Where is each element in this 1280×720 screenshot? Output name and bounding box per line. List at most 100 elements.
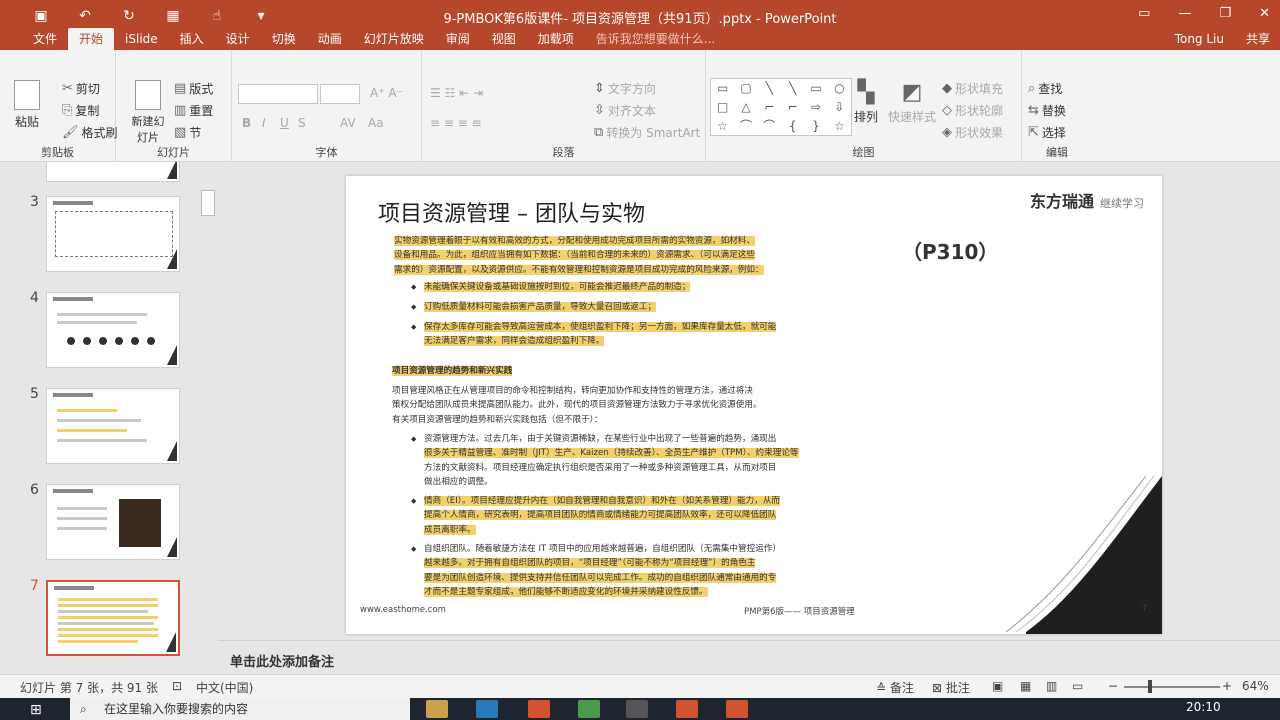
smartart-button[interactable]: ⧉ 转换为 SmartArt (594, 124, 700, 141)
quick-styles-button[interactable]: ◩ 快速样式 (888, 80, 936, 125)
list-item[interactable]: 保存太多库存可能会导致高运营成本，使组织盈利下降；另一方面，如果库存量太低，就可… (411, 320, 777, 349)
align-buttons[interactable]: ≡ ≡ ≡ ≡ (430, 116, 482, 130)
find-button[interactable]: ⌕ 查找 (1028, 80, 1062, 97)
page-reference[interactable]: （P310） (902, 236, 998, 265)
slide-thumbnail-5[interactable] (46, 388, 180, 464)
tab-design[interactable]: 设计 (215, 28, 261, 50)
italic-button[interactable]: I (262, 116, 266, 130)
select-button[interactable]: ⇱ 选择 (1028, 124, 1066, 141)
slide-editor: 项目资源管理 – 团队与实物 东方瑞通 继续学习 （P310） 实物资源管理着眼于… (218, 162, 1280, 674)
tab-transitions[interactable]: 切换 (261, 28, 307, 50)
chat-app-icon[interactable] (578, 700, 600, 718)
slide-thumbnail-4[interactable] (46, 292, 180, 368)
format-painter-button[interactable]: 🖌 格式刷 (62, 124, 118, 141)
tab-review[interactable]: 审阅 (435, 28, 481, 50)
layout-button[interactable]: ▤ 版式 (174, 80, 213, 97)
cut-button[interactable]: ✂ 剪切 (62, 80, 100, 97)
trends-paragraph[interactable]: 项目管理风格正在从管理项目的命令和控制结构，转向更加协作和支持性的管理方法，通过… (392, 384, 762, 427)
copy-button[interactable]: ⎘ 复制 (62, 102, 99, 119)
shape-effects-button[interactable]: ◈ 形状效果 (942, 124, 1003, 141)
scrollbar-thumb[interactable] (201, 190, 215, 216)
slide-thumbnail-7[interactable] (46, 580, 180, 656)
shapes-gallery[interactable]: ▭ ▢ ╲ ╲ ▭ ○ □ △ ⌐ ⌐ ⇨ ⇩ ☆ ⌒ ⌒{} ☆ (710, 78, 852, 136)
user-name[interactable]: Tong Liu (1175, 28, 1224, 50)
slide-title[interactable]: 项目资源管理 – 团队与实物 (378, 196, 645, 228)
font-name-box[interactable] (238, 84, 318, 104)
text-direction-button[interactable]: ⇕ 文字方向 (594, 80, 656, 97)
editing-group: ⌕ 查找 ⇆ 替换 ⇱ 选择 编辑 (1022, 50, 1092, 162)
close-icon[interactable]: ✕ (1259, 6, 1270, 21)
tab-animations[interactable]: 动画 (307, 28, 353, 50)
tab-islide[interactable]: iSlide (114, 28, 169, 50)
tab-slideshow[interactable]: 幻灯片放映 (353, 28, 435, 50)
list-item[interactable]: 未能确保关键设备或基础设施按时到位，可能会推迟最终产品的制造； (411, 280, 691, 295)
char-spacing-button[interactable]: AV (340, 116, 356, 130)
language-indicator[interactable]: 中文(中国) (196, 679, 253, 696)
text-line: 策权分配给团队成员来提高团队能力。此外，现代的项目资源管理方法致力于寻求优化资源… (392, 400, 762, 411)
taskbar-search-input[interactable]: ⌕ 在这里输入你要搜索的内容 (70, 698, 410, 720)
list-item[interactable]: 自组织团队。随着敏捷方法在 IT 项目中的应用越来越普遍，自组织团队（无需集中管… (411, 542, 781, 600)
shadow-button[interactable]: S (298, 116, 306, 130)
list-item[interactable]: 资源管理方法。过去几年，由于关键资源稀缺，在某些行业中出现了一些普遍的趋势，涌现… (411, 432, 799, 490)
underline-button[interactable]: U (280, 116, 289, 130)
shape-outline-button[interactable]: ◇ 形状轮廓 (942, 102, 1003, 119)
bold-button[interactable]: B (242, 116, 251, 130)
new-slide-button[interactable]: 新建幻灯片 (128, 80, 168, 145)
tab-home[interactable]: 开始 (68, 28, 115, 50)
text-line: 做出相应的调整。 (424, 477, 493, 488)
zoom-in-icon[interactable]: + (1222, 679, 1232, 693)
slide-thumbnail-6[interactable] (46, 484, 180, 560)
arrange-button[interactable]: ▚ 排列 (854, 80, 878, 125)
slide-thumbnail-3[interactable] (46, 196, 180, 272)
list-item[interactable]: 情商（EI）。项目经理应提升内在（如自我管理和自我意识）和外在（如关系管理）能力… (411, 494, 781, 537)
app-icon[interactable] (626, 700, 648, 718)
edge-browser-icon[interactable] (476, 700, 498, 718)
restore-icon[interactable]: ❐ (1219, 6, 1231, 21)
powerpoint-icon[interactable] (676, 700, 698, 718)
tell-me-search[interactable]: 告诉我您想要做什么... (585, 28, 726, 50)
app-icon[interactable] (528, 700, 550, 718)
intro-paragraph[interactable]: 实物资源管理着眼于以有效和高效的方式，分配和使用成功完成项目所需的实物资源，如材… (394, 234, 764, 277)
minimize-icon[interactable]: — (1178, 6, 1191, 21)
font-size-box[interactable] (320, 84, 360, 104)
tab-insert[interactable]: 插入 (169, 28, 215, 50)
tab-addins[interactable]: 加载项 (527, 28, 585, 50)
slide-canvas[interactable]: 项目资源管理 – 团队与实物 东方瑞通 继续学习 （P310） 实物资源管理着眼于… (346, 176, 1162, 634)
reset-button[interactable]: ▥ 重置 (174, 102, 213, 119)
tab-file[interactable]: 文件 (22, 28, 68, 50)
share-button[interactable]: 共享 (1246, 28, 1270, 50)
normal-view-icon[interactable]: ▣ (992, 679, 1003, 693)
windows-start-icon[interactable]: ⊞ (30, 702, 42, 718)
notes-toggle[interactable]: ≙ 备注 (876, 679, 914, 696)
ribbon-display-icon[interactable]: ▭ (1138, 6, 1150, 21)
tab-view[interactable]: 视图 (481, 28, 527, 50)
zoom-slider-thumb[interactable] (1148, 680, 1152, 693)
list-item[interactable]: 订购低质量材料可能会损害产品质量，导致大量召回或返工； (411, 300, 657, 315)
taskbar-clock[interactable]: 20:10 (1186, 700, 1221, 714)
notes-pane[interactable]: 单击此处添加备注 (218, 640, 1280, 674)
comments-toggle[interactable]: ⊠ 批注 (932, 679, 970, 696)
list-buttons[interactable]: ☰ ☷ ⇤ ⇥ (430, 86, 483, 100)
thumb-title (53, 489, 93, 493)
spellcheck-icon[interactable]: ⊡ (172, 679, 182, 693)
replace-button[interactable]: ⇆ 替换 (1028, 102, 1066, 119)
section-heading[interactable]: 项目资源管理的趋势和新兴实践 (392, 364, 513, 378)
thumbnail-scrollbar[interactable] (198, 162, 218, 674)
zoom-out-icon[interactable]: − (1108, 679, 1118, 693)
reading-view-icon[interactable]: ▥ (1046, 679, 1057, 693)
slideshow-icon[interactable]: ▭ (1072, 679, 1083, 693)
align-text-button[interactable]: ⇳ 对齐文本 (594, 102, 656, 119)
grow-font-icon[interactable]: A⁺ A⁻ (370, 86, 403, 100)
slide-thumbnail-partial[interactable] (46, 162, 180, 182)
shape-fill-button[interactable]: ◆ 形状填充 (942, 80, 1003, 97)
editor-scrollbar[interactable] (1266, 162, 1280, 640)
change-case-button[interactable]: Aa (368, 116, 384, 130)
zoom-level[interactable]: 64% (1242, 679, 1269, 693)
zoom-slider[interactable] (1124, 686, 1220, 688)
app-icon[interactable] (726, 700, 748, 718)
file-explorer-icon[interactable] (426, 700, 448, 718)
section-button[interactable]: ▧ 节 (174, 124, 201, 141)
paste-button[interactable]: 粘贴 (14, 80, 40, 130)
notes-placeholder[interactable]: 单击此处添加备注 (230, 651, 334, 670)
slide-sorter-icon[interactable]: ▦ (1020, 679, 1031, 693)
